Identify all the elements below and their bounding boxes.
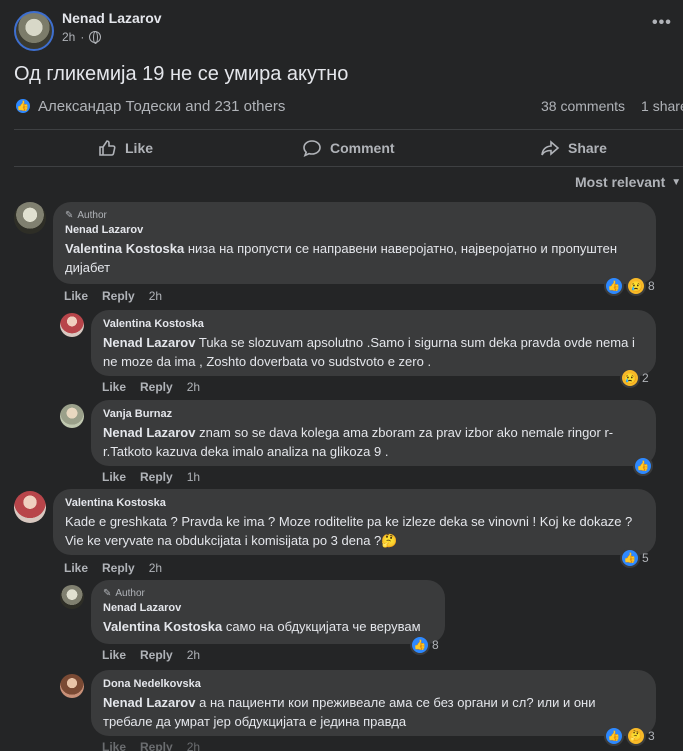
like-reaction-icon: 👍 — [604, 276, 624, 296]
comment-text: Kade e greshkata ? Pravda ke ima ? Moze … — [65, 514, 633, 548]
pencil-icon: ✎ — [65, 210, 74, 221]
mention[interactable]: Nenad Lazarov — [103, 335, 195, 350]
reactions-summary[interactable]: 👍 Александар Тодески and 231 others — [14, 97, 285, 115]
shares-count[interactable]: 1 share — [641, 98, 683, 114]
comment-like-button[interactable]: Like — [102, 470, 126, 484]
comment-bubble: Valentina Kostoska Kade e greshkata ? Pr… — [53, 489, 656, 555]
like-label: Like — [125, 140, 154, 156]
comment-reply-button[interactable]: Reply — [140, 648, 173, 662]
comment-actions: Like Reply 2h — [102, 648, 200, 662]
comment-time[interactable]: 2h — [149, 561, 162, 575]
comment-reactions[interactable]: 👍 — [633, 456, 653, 476]
thinking-reaction-icon: 🤔 — [626, 726, 646, 746]
comment-reactions[interactable]: 👍 8 — [410, 635, 439, 655]
like-reaction-icon: 👍 — [410, 635, 430, 655]
like-reaction-icon: 👍 — [620, 548, 640, 568]
comment-bubble: ✎ Author Nenad Lazarov Valentina Kostoska… — [53, 202, 656, 284]
share-label: Share — [568, 140, 607, 156]
comment-like-button[interactable]: Like — [64, 561, 88, 575]
comment-time[interactable]: 2h — [149, 289, 162, 303]
reactors-text[interactable]: Александар Тодески and 231 others — [38, 98, 285, 115]
comment-reactions[interactable]: 👍 5 — [620, 548, 649, 568]
comment-actions: Like Reply 1h — [102, 470, 200, 484]
pencil-icon: ✎ — [103, 588, 112, 599]
comment-time[interactable]: 2h — [187, 740, 200, 751]
meta-separator: · — [80, 30, 85, 44]
comment-text: Nenad Lazarov Tuka se slozuvam apsolutno… — [103, 335, 635, 369]
comment-reply-button[interactable]: Reply — [140, 380, 173, 394]
avatar[interactable] — [60, 404, 84, 428]
mention[interactable]: Nenad Lazarov — [103, 425, 195, 440]
comment-actions: Like Reply 2h — [102, 740, 200, 751]
comment-bubble: ✎ Author Nenad Lazarov Valentina Kostoska… — [91, 580, 445, 644]
chevron-down-icon: ▼ — [671, 176, 682, 188]
divider — [14, 129, 683, 130]
comment-actions: Like Reply 2h — [64, 289, 162, 303]
avatar[interactable] — [60, 674, 84, 698]
poster-avatar[interactable] — [14, 11, 54, 51]
comment-reactions[interactable]: 👍 🤔 3 — [604, 726, 655, 746]
comment-actions: Like Reply 2h — [102, 380, 200, 394]
comment-like-button[interactable]: Like — [102, 648, 126, 662]
comment-icon — [303, 140, 321, 158]
sort-dropdown[interactable]: Most relevant ▼ — [575, 174, 681, 190]
comment-label: Comment — [330, 140, 395, 156]
comment-reply-button[interactable]: Reply — [140, 470, 173, 484]
comments-count[interactable]: 38 comments — [541, 98, 625, 114]
like-reaction-icon: 👍 — [633, 456, 653, 476]
author-tag: ✎ Author — [65, 210, 107, 221]
comment-time[interactable]: 2h — [187, 380, 200, 394]
author-tag: ✎ Author — [103, 588, 145, 599]
post-time[interactable]: 2h — [62, 30, 75, 44]
comment-text: Nenad Lazarov znam so se dava kolega ama… — [103, 425, 614, 459]
comment-author[interactable]: Valentina Kostoska — [65, 497, 644, 509]
mention[interactable]: Valentina Kostoska — [103, 619, 222, 634]
comment-bubble: Dona Nedelkovska Nenad Lazarov а на паци… — [91, 670, 656, 736]
thumbs-up-icon — [99, 140, 116, 156]
comment-author[interactable]: Valentina Kostoska — [103, 318, 644, 330]
comment-reply-button[interactable]: Reply — [140, 740, 173, 751]
comment-bubble: Valentina Kostoska Nenad Lazarov Tuka se… — [91, 310, 656, 376]
comment-reactions[interactable]: 👍 😢 8 — [604, 276, 655, 296]
like-reaction-icon: 👍 — [14, 97, 32, 115]
comment-like-button[interactable]: Like — [102, 380, 126, 394]
comment-like-button[interactable]: Like — [102, 740, 126, 751]
divider — [14, 166, 683, 167]
like-reaction-icon: 👍 — [604, 726, 624, 746]
comment-reactions[interactable]: 😢 2 — [620, 368, 649, 388]
comment-bubble: Vanja Burnaz Nenad Lazarov znam so se da… — [91, 400, 656, 466]
comment-reply-button[interactable]: Reply — [102, 289, 135, 303]
sort-label: Most relevant — [575, 174, 666, 190]
comment-author[interactable]: Vanja Burnaz — [103, 408, 644, 420]
comment-reply-button[interactable]: Reply — [102, 561, 135, 575]
avatar[interactable] — [60, 585, 84, 609]
post-text: Од гликемија 19 не се умира акутно — [14, 63, 349, 85]
comment-time[interactable]: 1h — [187, 470, 200, 484]
avatar[interactable] — [14, 202, 46, 234]
like-button[interactable]: Like — [97, 138, 153, 158]
more-options-icon[interactable]: ••• — [652, 14, 672, 32]
poster-name[interactable]: Nenad Lazarov — [62, 10, 162, 26]
post-counts: 38 comments 1 share — [541, 98, 683, 114]
sad-reaction-icon: 😢 — [620, 368, 640, 388]
globe-icon — [89, 31, 102, 44]
mention[interactable]: Nenad Lazarov — [103, 695, 195, 710]
comment-time[interactable]: 2h — [187, 648, 200, 662]
sad-reaction-icon: 😢 — [626, 276, 646, 296]
comment-like-button[interactable]: Like — [64, 289, 88, 303]
comment-author[interactable]: Nenad Lazarov — [103, 602, 433, 614]
comment-text: Valentina Kostoska само на обдукцијата ч… — [103, 619, 421, 634]
share-icon — [541, 140, 560, 156]
comment-button[interactable]: Comment — [302, 138, 395, 158]
share-button[interactable]: Share — [540, 138, 607, 158]
comment-author[interactable]: Nenad Lazarov — [65, 224, 644, 236]
comment-actions: Like Reply 2h — [64, 561, 162, 575]
comment-text: Nenad Lazarov а на пациенти кои преживеа… — [103, 695, 596, 729]
avatar[interactable] — [60, 313, 84, 337]
mention[interactable]: Valentina Kostoska — [65, 241, 184, 256]
comment-text: Valentina Kostoska низа на пропусти се н… — [65, 241, 618, 275]
comment-author[interactable]: Dona Nedelkovska — [103, 678, 644, 690]
post-meta: 2h · — [62, 30, 102, 44]
avatar[interactable] — [14, 491, 46, 523]
